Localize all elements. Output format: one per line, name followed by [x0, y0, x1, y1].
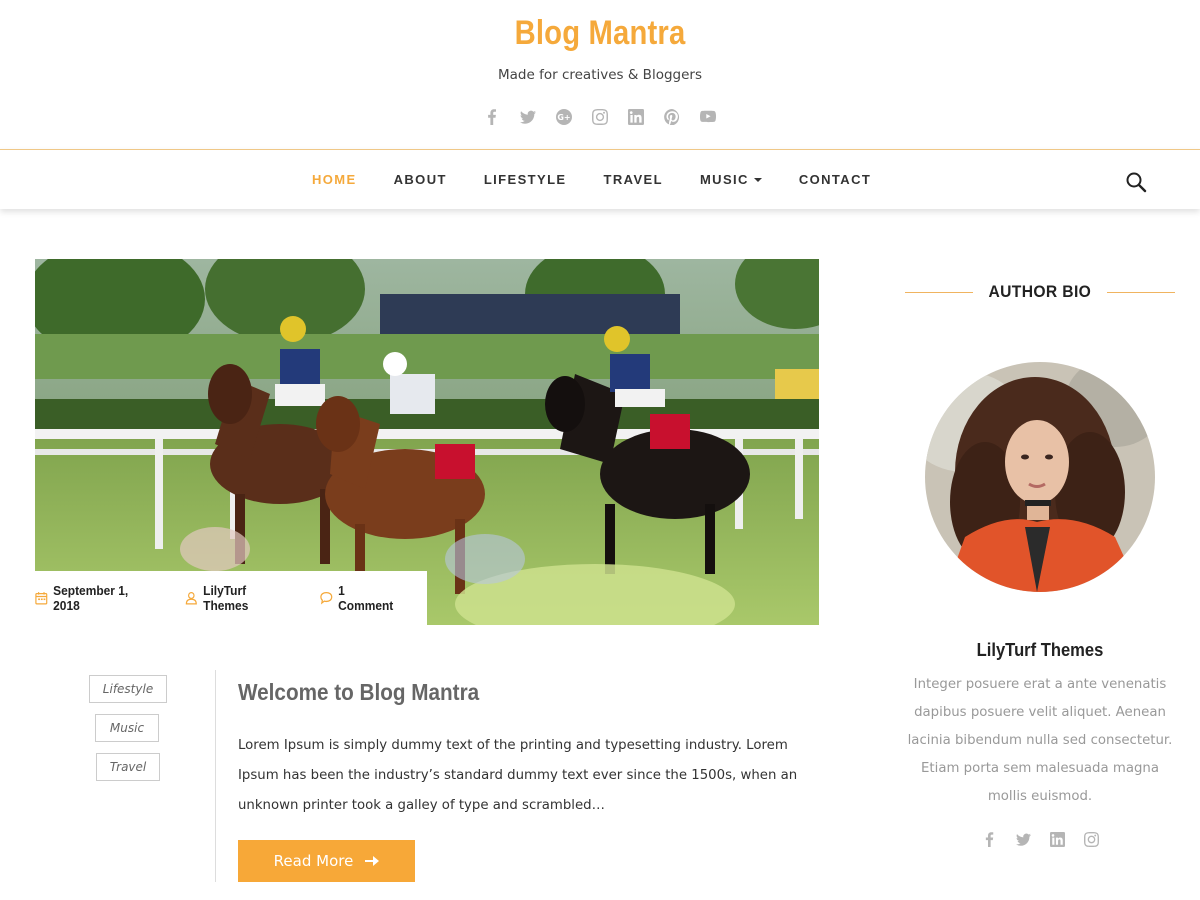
google-plus-icon[interactable]: G+ — [553, 106, 575, 128]
calendar-icon — [35, 592, 48, 605]
author-name[interactable]: LilyTurf Themes — [916, 640, 1164, 661]
header-social-links: G+ — [0, 106, 1200, 128]
instagram-icon[interactable] — [589, 106, 611, 128]
svg-text:G+: G+ — [557, 113, 570, 122]
widget-title-text: AUTHOR BIO — [988, 282, 1092, 301]
post-date-text: September 1, 2018 — [53, 583, 129, 613]
post-author-text: LilyTurf Themes — [202, 583, 249, 613]
nav-item-lifestyle[interactable]: LIFESTYLE — [484, 172, 567, 187]
post-author[interactable]: LilyTurf Themes — [185, 583, 293, 613]
comment-icon — [320, 591, 333, 605]
read-more-button[interactable]: Read More — [238, 840, 415, 882]
author-bio-widget-title: AUTHOR BIO — [905, 278, 1176, 306]
nav-item-about[interactable]: ABOUT — [394, 172, 447, 187]
post-comments[interactable]: 1 Comment — [320, 583, 402, 613]
author-avatar — [925, 362, 1155, 592]
author-social-links — [905, 828, 1175, 850]
instagram-icon[interactable] — [1080, 828, 1102, 850]
site-title[interactable]: Blog Mantra — [84, 14, 1116, 53]
site-tagline: Made for creatives & Bloggers — [498, 67, 702, 83]
arrow-right-icon — [365, 856, 380, 866]
caret-down-icon — [753, 177, 762, 182]
nav-item-travel[interactable]: TRAVEL — [604, 172, 663, 187]
tag-lifestyle[interactable]: Lifestyle — [89, 675, 167, 703]
post-meta: September 1, 2018 LilyTurf Themes 1 Comm… — [35, 571, 427, 625]
main-navigation: HOME ABOUT LIFESTYLE TRAVEL MUSIC CONTAC… — [0, 149, 1200, 209]
tag-music[interactable]: Music — [95, 714, 159, 742]
facebook-icon[interactable] — [481, 106, 503, 128]
twitter-icon[interactable] — [1012, 828, 1034, 850]
title-line-left — [905, 291, 974, 293]
linkedin-icon[interactable] — [1046, 828, 1068, 850]
nav-item-contact[interactable]: CONTACT — [799, 172, 871, 187]
title-line-right — [1106, 291, 1176, 293]
linkedin-icon[interactable] — [625, 106, 647, 128]
nav-item-music[interactable]: MUSIC — [700, 172, 762, 187]
post-date[interactable]: September 1, 2018 — [35, 583, 156, 613]
youtube-icon[interactable] — [697, 106, 719, 128]
read-more-label: Read More — [273, 852, 354, 870]
twitter-icon[interactable] — [517, 106, 539, 128]
tag-travel[interactable]: Travel — [96, 753, 160, 781]
site-header: Blog Mantra Made for creatives & Blogger… — [0, 0, 1200, 149]
search-icon[interactable] — [1124, 170, 1148, 194]
post-title[interactable]: Welcome to Blog Mantra — [238, 679, 479, 706]
author-bio-text: Integer posuere erat a ante venenatis da… — [907, 677, 1173, 804]
user-icon — [185, 591, 197, 605]
post-comments-text: 1 Comment — [338, 583, 394, 613]
nav-item-home[interactable]: HOME — [312, 172, 357, 187]
nav-menu: HOME ABOUT LIFESTYLE TRAVEL MUSIC CONTAC… — [312, 150, 908, 209]
post-excerpt: Lorem Ipsum is simply dummy text of the … — [238, 738, 798, 813]
divider — [215, 670, 216, 882]
facebook-icon[interactable] — [978, 828, 1000, 850]
nav-item-music-label: MUSIC — [699, 172, 749, 187]
pinterest-icon[interactable] — [661, 106, 683, 128]
